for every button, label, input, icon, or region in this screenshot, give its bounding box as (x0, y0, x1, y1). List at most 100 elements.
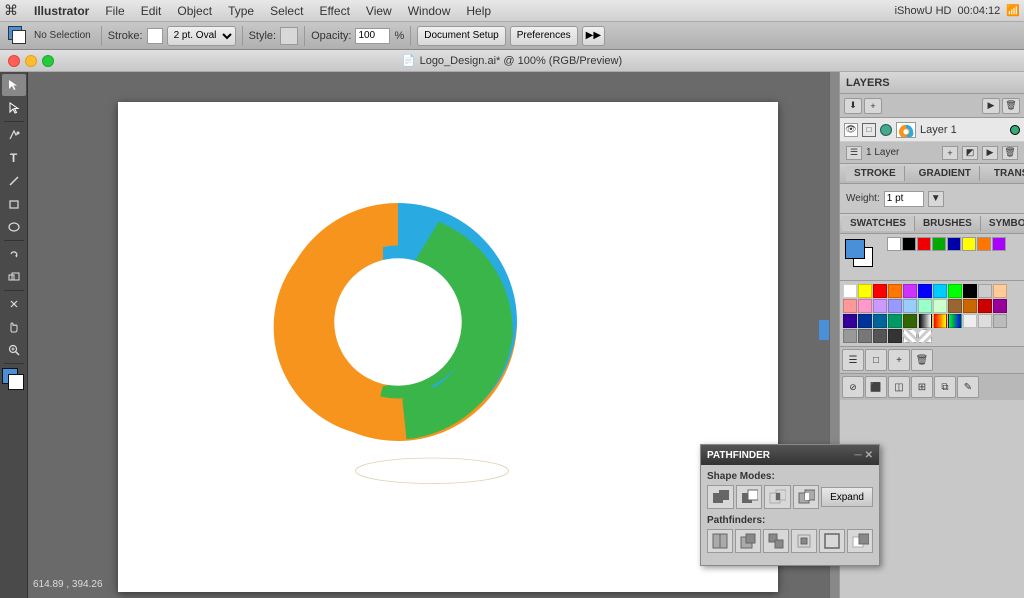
swatch-lavender[interactable] (873, 299, 887, 313)
menu-view[interactable]: View (358, 2, 400, 20)
menu-type[interactable]: Type (220, 2, 262, 20)
app-name[interactable]: Illustrator (26, 2, 97, 20)
show-none-btn[interactable]: ⊘ (842, 376, 864, 398)
layer-lock-toggle[interactable]: □ (862, 123, 876, 137)
foreground-color[interactable] (845, 239, 865, 259)
brushes-tab[interactable]: BRUSHES (915, 216, 981, 231)
swatch-yellow[interactable] (962, 237, 976, 251)
type-tool[interactable]: T (2, 147, 26, 169)
pathfinder-minimize[interactable]: ─ (855, 450, 862, 461)
show-patterns-btn[interactable]: ⊞ (911, 376, 933, 398)
toolbar-extra-button[interactable]: ▶▶ (582, 26, 605, 46)
show-groups-btn[interactable]: ⧉ (934, 376, 956, 398)
swatch-lightgray1[interactable] (963, 314, 977, 328)
stroke-width-select[interactable]: 2 pt. Oval (167, 26, 236, 46)
swatch-darkred[interactable] (978, 299, 992, 313)
hand-tool[interactable] (2, 316, 26, 338)
swatch-navyblue[interactable] (858, 314, 872, 328)
swatch-sky[interactable] (903, 299, 917, 313)
intersect-button[interactable] (764, 485, 791, 509)
menu-window[interactable]: Window (400, 2, 459, 20)
swatch-green2[interactable] (948, 284, 962, 298)
new-layer-btn[interactable]: + (864, 98, 882, 114)
swatch-pattern2[interactable] (918, 329, 932, 343)
delete-swatch-btn[interactable]: 🗑 (911, 349, 933, 371)
swatch-rose[interactable] (858, 299, 872, 313)
swatch-indigo[interactable] (843, 314, 857, 328)
menu-help[interactable]: Help (458, 2, 499, 20)
swatch-black[interactable] (902, 237, 916, 251)
swatch-blue2[interactable] (918, 284, 932, 298)
menu-select[interactable]: Select (262, 2, 311, 20)
swatch-mint[interactable] (918, 299, 932, 313)
show-gradients-btn[interactable]: ◫ (888, 376, 910, 398)
swatch-darkgray1[interactable] (858, 329, 872, 343)
divide-button[interactable] (707, 529, 733, 553)
scale-tool[interactable] (2, 266, 26, 288)
swatch-brown[interactable] (948, 299, 962, 313)
pathfinder-close[interactable]: ✕ (865, 450, 873, 461)
exclude-button[interactable] (793, 485, 820, 509)
menu-file[interactable]: File (97, 2, 132, 20)
gradient-tab[interactable]: GRADIENT (911, 166, 980, 181)
trim-button[interactable] (735, 529, 761, 553)
layer-target-indicator[interactable] (1010, 125, 1020, 135)
swatch-menu-btn[interactable]: ☰ (842, 349, 864, 371)
swatch-red[interactable] (917, 237, 931, 251)
layer-options-small-btn[interactable]: ☰ (846, 146, 862, 160)
new-color-group-btn[interactable]: □ (865, 349, 887, 371)
swatch-violet[interactable] (993, 299, 1007, 313)
make-sublayer-btn[interactable]: ⬇ (844, 98, 862, 114)
swatch-purple[interactable] (992, 237, 1006, 251)
swatch-magenta[interactable] (903, 284, 917, 298)
transparency-tab[interactable]: TRANSPAR... (986, 166, 1024, 181)
swatch-blue[interactable] (947, 237, 961, 251)
symbols-tab[interactable]: SYMBOLS (981, 216, 1024, 231)
zoom-tool[interactable] (2, 339, 26, 361)
new-swatch-btn[interactable]: + (888, 349, 910, 371)
rectangle-tool[interactable] (2, 193, 26, 215)
scissors-tool[interactable] (2, 293, 26, 315)
artboard[interactable] (118, 102, 778, 592)
stroke-indicator[interactable] (8, 374, 24, 390)
crop-button[interactable] (791, 529, 817, 553)
swatch-cyan[interactable] (933, 284, 947, 298)
layer-1-item[interactable]: 👁 □ Layer 1 (840, 118, 1024, 142)
swatch-yellow2[interactable] (858, 284, 872, 298)
minus-front-button[interactable] (736, 485, 763, 509)
stroke-tab[interactable]: STROKE (846, 166, 905, 181)
swatch-teal[interactable] (873, 314, 887, 328)
show-colors-btn[interactable]: ⬛ (865, 376, 887, 398)
style-swatch[interactable] (280, 27, 298, 45)
swatch-peach[interactable] (993, 284, 1007, 298)
merge-button[interactable] (763, 529, 789, 553)
document-setup-button[interactable]: Document Setup (417, 26, 506, 46)
minus-back-button[interactable] (847, 529, 873, 553)
swatch-white[interactable] (843, 284, 857, 298)
delete-layer-btn[interactable]: 🗑 (1002, 146, 1018, 160)
menu-edit[interactable]: Edit (133, 2, 170, 20)
pen-tool[interactable] (2, 124, 26, 146)
swatch-gradient-ry[interactable] (933, 314, 947, 328)
swatch-darkgray2[interactable] (873, 329, 887, 343)
select-tool[interactable] (2, 74, 26, 96)
menu-object[interactable]: Object (169, 2, 220, 20)
swatch-gray[interactable] (978, 284, 992, 298)
fill-stroke-indicator[interactable] (2, 368, 26, 392)
new-sublayer-btn[interactable]: ◩ (962, 146, 978, 160)
stroke-color[interactable] (12, 30, 26, 44)
swatch-midgray2[interactable] (843, 329, 857, 343)
layers-options-btn[interactable]: ▶ (982, 98, 1000, 114)
maximize-button[interactable] (42, 55, 54, 67)
close-button[interactable] (8, 55, 20, 67)
minimize-button[interactable] (25, 55, 37, 67)
expand-button[interactable]: Expand (821, 487, 873, 507)
preferences-button[interactable]: Preferences (510, 26, 578, 46)
swatch-green[interactable] (932, 237, 946, 251)
edit-colors-btn[interactable]: ✎ (957, 376, 979, 398)
swatch-forestgreen[interactable] (903, 314, 917, 328)
swatch-darkorange[interactable] (963, 299, 977, 313)
make-layer-btn[interactable]: + (942, 146, 958, 160)
ellipse-tool[interactable] (2, 216, 26, 238)
swatch-pink[interactable] (843, 299, 857, 313)
